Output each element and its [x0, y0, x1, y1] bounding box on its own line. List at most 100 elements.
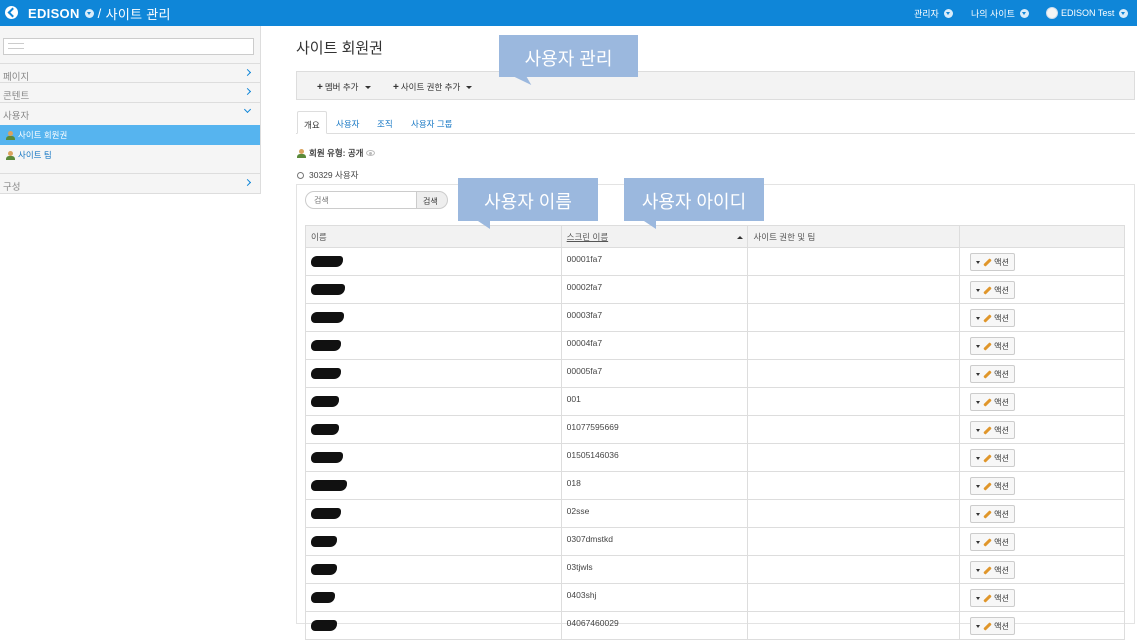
cell-actions: 액션	[959, 443, 1125, 472]
user-count-label: 30329 사용자	[309, 170, 359, 180]
caret-down-icon	[976, 456, 981, 460]
actions-label: 액션	[994, 565, 1009, 575]
actions-button[interactable]: 액션	[970, 337, 1015, 355]
caret-down-icon	[976, 428, 981, 432]
sidebar-section-label: 사용자	[3, 111, 30, 122]
sidebar-item-label: 사이트 팀	[18, 150, 52, 160]
sort-ascending-icon	[737, 236, 744, 239]
nav-user[interactable]: EDISON Test	[1046, 7, 1129, 19]
actions-button[interactable]: 액션	[970, 533, 1015, 551]
redacted-name	[311, 452, 343, 463]
table-row: 01505146036 액션	[305, 443, 1125, 472]
caret-down-icon	[976, 624, 981, 628]
title-separator: /	[97, 6, 102, 21]
cell-actions: 액션	[959, 387, 1125, 416]
search-input[interactable]	[305, 191, 417, 209]
cell-site-roles	[747, 555, 961, 584]
actions-button[interactable]: 액션	[970, 281, 1015, 299]
wrench-icon	[983, 285, 992, 295]
site-name: EDISON	[28, 6, 80, 21]
actions-label: 액션	[994, 593, 1009, 603]
site-dropdown-icon[interactable]	[84, 9, 94, 18]
sidebar-section-content[interactable]: 콘텐트	[0, 82, 260, 102]
actions-button[interactable]: 액션	[970, 617, 1015, 635]
chevron-down-icon	[1019, 9, 1029, 18]
cell-screen-name: 0307dmstkd	[560, 527, 749, 556]
back-icon[interactable]	[5, 6, 18, 19]
tab-users[interactable]: 사용자	[330, 111, 365, 134]
cell-site-roles	[747, 331, 961, 360]
add-site-role-button[interactable]: + 사이트 권한 추가	[393, 81, 473, 93]
actions-label: 액션	[994, 453, 1009, 463]
eye-icon[interactable]	[366, 150, 376, 156]
actions-button[interactable]: 액션	[970, 253, 1015, 271]
tab-organizations[interactable]: 조직	[371, 111, 399, 134]
wrench-icon	[983, 621, 992, 631]
sidebar-section-configuration[interactable]: 구성	[0, 173, 260, 193]
cell-site-roles	[747, 415, 961, 444]
add-member-button[interactable]: + 멤버 추가	[317, 81, 371, 93]
cell-actions: 액션	[959, 499, 1125, 528]
actions-label: 액션	[994, 257, 1009, 267]
cell-screen-name: 00005fa7	[560, 359, 749, 388]
cell-site-roles	[747, 303, 961, 332]
table-row: 00005fa7 액션	[305, 359, 1125, 388]
sidebar-item-site-teams[interactable]: 사이트 팀	[0, 145, 260, 165]
chevron-down-icon	[243, 105, 252, 114]
table-row: 018 액션	[305, 471, 1125, 500]
actions-button[interactable]: 액션	[970, 477, 1015, 495]
table-row: 01077595669 액션	[305, 415, 1125, 444]
actions-button[interactable]: 액션	[970, 309, 1015, 327]
caret-down-icon	[976, 260, 981, 264]
page-title: 사이트 회원권	[296, 40, 383, 57]
actions-label: 액션	[994, 369, 1009, 379]
tab-overview[interactable]: 개요	[297, 111, 327, 134]
wrench-icon	[983, 425, 992, 435]
wrench-icon	[983, 369, 992, 379]
cell-actions: 액션	[959, 359, 1125, 388]
cell-name	[305, 471, 562, 500]
tab-user-groups[interactable]: 사용자 그룹	[405, 111, 458, 134]
search-button[interactable]: 검색	[416, 191, 448, 209]
user-icon	[6, 130, 15, 140]
chevron-down-icon	[943, 9, 953, 18]
redacted-name	[311, 592, 335, 603]
cell-screen-name: 04067460029	[560, 611, 749, 640]
actions-button[interactable]: 액션	[970, 449, 1015, 467]
table-row: 03tjwls 액션	[305, 555, 1125, 584]
redacted-name	[311, 396, 339, 407]
redacted-name	[311, 284, 345, 295]
cell-screen-name: 01077595669	[560, 415, 749, 444]
actions-button[interactable]: 액션	[970, 589, 1015, 607]
nav-admin[interactable]: 관리자	[914, 7, 953, 20]
sidebar-search-input[interactable]	[3, 38, 254, 55]
actions-button[interactable]: 액션	[970, 505, 1015, 523]
actions-button[interactable]: 액션	[970, 561, 1015, 579]
nav-my-sites-label: 나의 사이트	[971, 9, 1015, 19]
cell-site-roles	[747, 359, 961, 388]
column-header-name[interactable]: 이름	[305, 225, 562, 248]
add-member-label: 멤버 추가	[324, 82, 359, 92]
cell-name	[305, 359, 562, 388]
site-title[interactable]: EDISON / 사이트 관리	[28, 4, 171, 23]
redacted-name	[311, 368, 341, 379]
actions-button[interactable]: 액션	[970, 421, 1015, 439]
sidebar-section-pages[interactable]: 페이지	[0, 63, 260, 83]
wrench-icon	[983, 481, 992, 491]
actions-button[interactable]: 액션	[970, 365, 1015, 383]
sidebar-section-users[interactable]: 사용자	[0, 102, 260, 122]
wrench-icon	[983, 593, 992, 603]
cell-actions: 액션	[959, 611, 1125, 640]
cell-name	[305, 303, 562, 332]
wrench-icon	[983, 509, 992, 519]
plus-icon: +	[393, 81, 399, 93]
caret-down-icon	[976, 316, 981, 320]
cell-site-roles	[747, 499, 961, 528]
users-table: 이름 스크린 이름 사이트 권한 및 팀 00001fa7 액션 00002fa7 액…	[305, 225, 1125, 640]
actions-button[interactable]: 액션	[970, 393, 1015, 411]
wrench-icon	[983, 397, 992, 407]
nav-my-sites[interactable]: 나의 사이트	[971, 7, 1029, 20]
cell-name	[305, 527, 562, 556]
sidebar-item-site-membership[interactable]: 사이트 회원권	[0, 125, 260, 145]
wrench-icon	[983, 341, 992, 351]
